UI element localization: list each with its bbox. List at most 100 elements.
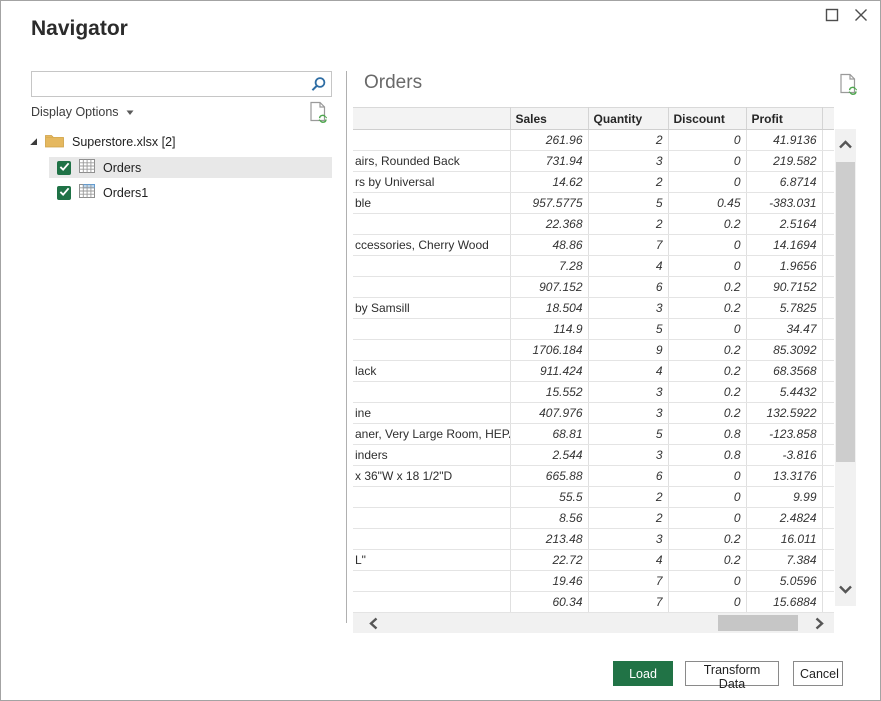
cell-discount: 0 [668,319,746,340]
cell-profit: -3.816 [746,445,822,466]
tree-item-orders[interactable]: Orders [49,157,332,178]
table-row: lack 911.424 4 0.2 68.3568 [353,361,834,382]
cell-sales: 213.48 [510,529,588,550]
chevron-right-icon[interactable] [815,617,824,635]
cell-quantity: 2 [588,487,668,508]
cell-filler [822,298,834,319]
cell-discount: 0.2 [668,361,746,382]
close-button[interactable] [851,7,871,27]
dialog-title: Navigator [31,17,128,41]
cell-product [353,487,510,508]
table-row: 907.152 6 0.2 90.7152 [353,277,834,298]
cell-filler [822,214,834,235]
cell-product: ine [353,403,510,424]
cell-quantity: 6 [588,277,668,298]
orders-checkbox[interactable] [57,161,71,175]
cell-quantity: 2 [588,214,668,235]
triangle-expanded-icon[interactable] [29,135,38,149]
tree-node-superstore[interactable]: Superstore.xlsx [2] [29,131,176,152]
cell-discount: 0.2 [668,340,746,361]
cell-discount: 0 [668,571,746,592]
chevron-down-icon [126,105,134,119]
cell-quantity: 5 [588,319,668,340]
refresh-file-icon[interactable] [309,101,331,131]
tree-item-orders1[interactable]: Orders1 [49,182,332,203]
cell-profit: 16.011 [746,529,822,550]
cell-product [353,571,510,592]
cell-product: lack [353,361,510,382]
folder-icon [45,133,64,151]
cell-profit: 6.8714 [746,172,822,193]
cell-filler [822,571,834,592]
table-row: ble 957.5775 5 0.45 -383.031 [353,193,834,214]
cell-quantity: 2 [588,130,668,151]
cell-profit: 2.4824 [746,508,822,529]
maximize-button[interactable] [822,7,842,27]
table-row: 22.368 2 0.2 2.5164 [353,214,834,235]
search-input[interactable] [32,72,312,96]
load-button[interactable]: Load [613,661,673,686]
cell-quantity: 7 [588,235,668,256]
cell-discount: 0.2 [668,403,746,424]
cell-product: aner, Very Large Room, HEPA I [353,424,510,445]
table-row: 15.552 3 0.2 5.4432 [353,382,834,403]
cell-filler [822,340,834,361]
cell-profit: 15.6884 [746,592,822,613]
cell-discount: 0.2 [668,214,746,235]
transform-data-button[interactable]: Transform Data [685,661,779,686]
refresh-file-icon[interactable] [839,73,861,103]
column-header-product [353,108,510,130]
orders1-checkbox[interactable] [57,186,71,200]
cell-quantity: 4 [588,550,668,571]
cell-profit: -383.031 [746,193,822,214]
table-row: 60.34 7 0 15.6884 [353,592,834,613]
cell-sales: 22.368 [510,214,588,235]
cell-discount: 0.45 [668,193,746,214]
cell-sales: 665.88 [510,466,588,487]
cell-quantity: 3 [588,445,668,466]
table-row: 55.5 2 0 9.99 [353,487,834,508]
magnifier-icon[interactable] [310,76,327,98]
vertical-scrollbar[interactable] [835,129,856,606]
navigator-dialog: Navigator Display Options [0,0,881,701]
display-options-dropdown[interactable]: Display Options [31,104,134,120]
cell-filler [822,277,834,298]
checkmark-icon [59,161,70,175]
chevron-up-icon[interactable] [838,136,853,154]
chevron-left-icon[interactable] [369,617,378,635]
table-row: ccessories, Cherry Wood 48.86 7 0 14.169… [353,235,834,256]
tree-item-label: Orders [103,161,141,175]
cell-filler [822,172,834,193]
table-row: 114.9 5 0 34.47 [353,319,834,340]
horizontal-scrollbar-thumb[interactable] [718,615,798,631]
cell-discount: 0.8 [668,424,746,445]
cell-sales: 60.34 [510,592,588,613]
cell-product: by Samsill [353,298,510,319]
cell-product [353,256,510,277]
cell-profit: 5.0596 [746,571,822,592]
cell-product [353,340,510,361]
column-header-filler [822,108,834,130]
cell-filler [822,592,834,613]
cell-filler [822,487,834,508]
preview-table-region: Sales Quantity Discount Profit 261.96 2 … [353,107,834,613]
cell-sales: 731.94 [510,151,588,172]
chevron-down-icon[interactable] [838,581,853,599]
cell-product [353,508,510,529]
table-row: 1706.184 9 0.2 85.3092 [353,340,834,361]
column-header-quantity: Quantity [588,108,668,130]
cancel-button[interactable]: Cancel [793,661,843,686]
cell-profit: 5.4432 [746,382,822,403]
column-header-discount: Discount [668,108,746,130]
cell-filler [822,508,834,529]
vertical-scrollbar-thumb[interactable] [836,162,855,462]
cell-sales: 22.72 [510,550,588,571]
horizontal-scrollbar[interactable] [353,613,834,633]
table-row: by Samsill 18.504 3 0.2 5.7825 [353,298,834,319]
cell-product [353,382,510,403]
cell-sales: 18.504 [510,298,588,319]
cell-quantity: 2 [588,172,668,193]
cell-quantity: 4 [588,361,668,382]
cell-quantity: 5 [588,424,668,445]
maximize-icon [825,8,839,27]
